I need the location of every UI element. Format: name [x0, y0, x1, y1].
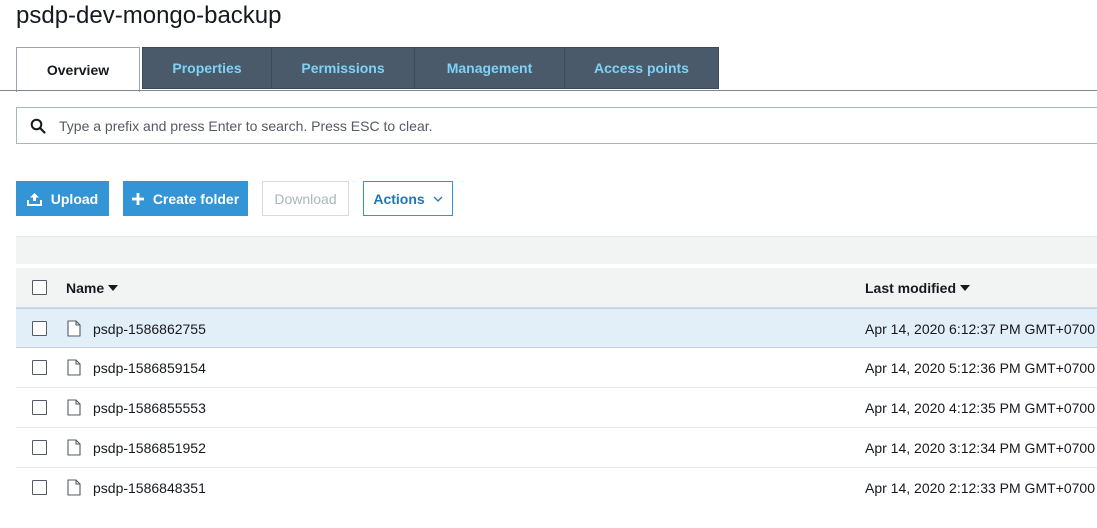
sort-caret-icon [108, 285, 119, 291]
tab-permissions[interactable]: Permissions [272, 47, 415, 89]
object-name[interactable]: psdp-1586862755 [93, 321, 206, 337]
object-name[interactable]: psdp-1586859154 [93, 360, 206, 376]
search-bar [16, 107, 1097, 144]
search-input[interactable] [59, 117, 1059, 134]
column-last-modified-label: Last modified [865, 280, 957, 296]
upload-label: Upload [50, 190, 99, 207]
object-name[interactable]: psdp-1586848351 [93, 480, 206, 496]
download-button[interactable]: Download [262, 181, 349, 216]
object-last-modified: Apr 14, 2020 5:12:36 PM GMT+0700 [865, 360, 1095, 376]
upload-icon [26, 192, 42, 206]
tab-overview[interactable]: Overview [16, 47, 140, 92]
column-last-modified-header[interactable]: Last modified [865, 280, 971, 296]
tab-bar: Overview Properties Permissions Manageme… [16, 47, 719, 92]
actions-label: Actions [373, 190, 425, 207]
table-row[interactable]: psdp-1586851952 Apr 14, 2020 3:12:34 PM … [16, 428, 1097, 468]
info-strip [16, 236, 1097, 264]
page-title: psdp-dev-mongo-backup [16, 2, 282, 29]
upload-button[interactable]: Upload [16, 181, 109, 216]
file-icon [67, 399, 81, 416]
object-last-modified: Apr 14, 2020 6:12:37 PM GMT+0700 [865, 321, 1095, 337]
search-icon [17, 108, 59, 144]
chevron-down-icon [433, 196, 443, 202]
sort-caret-icon [960, 285, 971, 291]
table-row[interactable]: psdp-1586859154 Apr 14, 2020 5:12:36 PM … [16, 348, 1097, 388]
column-name-label: Name [66, 280, 105, 296]
create-folder-button[interactable]: Create folder [123, 181, 248, 216]
select-all-checkbox[interactable] [32, 280, 47, 295]
file-icon [67, 439, 81, 456]
create-folder-label: Create folder [152, 190, 240, 207]
file-icon [67, 320, 81, 337]
tab-divider [0, 90, 1097, 91]
object-last-modified: Apr 14, 2020 3:12:34 PM GMT+0700 [865, 440, 1095, 456]
object-name[interactable]: psdp-1586851952 [93, 440, 206, 456]
file-icon [67, 479, 81, 496]
row-checkbox[interactable] [32, 440, 47, 455]
column-name-header[interactable]: Name [66, 280, 119, 296]
table-header: Name Last modified [16, 268, 1097, 308]
row-checkbox[interactable] [32, 360, 47, 375]
object-last-modified: Apr 14, 2020 2:12:33 PM GMT+0700 [865, 480, 1095, 496]
object-list: psdp-1586862755 Apr 14, 2020 6:12:37 PM … [16, 308, 1097, 508]
table-row[interactable]: psdp-1586848351 Apr 14, 2020 2:12:33 PM … [16, 468, 1097, 508]
row-checkbox[interactable] [32, 321, 47, 336]
table-row[interactable]: psdp-1586855553 Apr 14, 2020 4:12:35 PM … [16, 388, 1097, 428]
object-last-modified: Apr 14, 2020 4:12:35 PM GMT+0700 [865, 400, 1095, 416]
tab-properties[interactable]: Properties [142, 47, 272, 89]
table-row[interactable]: psdp-1586862755 Apr 14, 2020 6:12:37 PM … [16, 308, 1097, 348]
actions-dropdown[interactable]: Actions [363, 181, 453, 216]
tab-access-points[interactable]: Access points [565, 47, 719, 89]
tab-management[interactable]: Management [415, 47, 565, 89]
object-name[interactable]: psdp-1586855553 [93, 400, 206, 416]
row-checkbox[interactable] [32, 400, 47, 415]
plus-icon [131, 192, 144, 205]
row-checkbox[interactable] [32, 480, 47, 495]
file-icon [67, 359, 81, 376]
